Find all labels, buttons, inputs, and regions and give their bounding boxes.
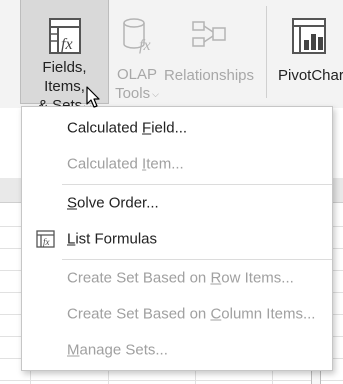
menu-item-list-formulas[interactable]: fx List Formulas: [22, 221, 332, 257]
menu-item-solve-order[interactable]: Solve Order...: [22, 185, 332, 221]
grid-line: [0, 380, 343, 381]
access-key: F: [142, 119, 152, 137]
access-key: C: [210, 305, 222, 323]
menu-item-label: ow Items...: [221, 269, 294, 287]
menu-item-create-set-column[interactable]: Create Set Based on Column Items...: [22, 296, 332, 332]
menu-item-label: olumn Items...: [221, 305, 316, 323]
access-key: S: [67, 194, 78, 212]
pivotchart-label: PivotChart: [278, 67, 343, 84]
olap-tools-label-1: OLAP: [116, 66, 157, 84]
olap-tools-button[interactable]: fx OLAP Tools ⌵: [112, 0, 162, 104]
relationships-button[interactable]: Relationships: [163, 0, 255, 104]
menu-item-label: ield...: [151, 119, 188, 137]
relationships-icon: [189, 16, 229, 64]
menu-item-label: olve Order...: [77, 194, 159, 212]
menu-item-label: Create Set Based on: [67, 269, 211, 287]
menu-item-calculated-item[interactable]: Calculated Item...: [22, 146, 332, 182]
menu-item-label: ist Formulas: [75, 230, 158, 248]
menu-item-label: anage Sets...: [79, 341, 168, 359]
menu-item-label: Calculated: [67, 119, 143, 137]
menu-item-manage-sets[interactable]: Manage Sets...: [22, 332, 332, 368]
ribbon: fx Fields, Items, & Sets⌵ fx OLAP Tools⌵: [0, 0, 343, 114]
menu-item-create-set-row[interactable]: Create Set Based on Row Items...: [22, 260, 332, 296]
fields-items-sets-menu: Calculated Field... Calculated Item... S…: [21, 106, 333, 371]
menu-item-label: tem...: [146, 155, 184, 173]
mouse-cursor-icon: [86, 86, 102, 115]
fx-table-icon: fx: [36, 230, 56, 252]
ribbon-separator: [266, 6, 267, 98]
access-key: M: [67, 341, 80, 359]
pivotchart-button[interactable]: PivotChart: [272, 0, 343, 104]
svg-text:fx: fx: [61, 36, 73, 53]
svg-text:fx: fx: [43, 237, 50, 247]
cylinder-fx-icon: fx: [117, 16, 157, 63]
relationships-label: Relationships: [163, 67, 255, 84]
fx-table-icon: fx: [45, 16, 85, 56]
menu-item-calculated-field[interactable]: Calculated Field...: [22, 110, 332, 146]
chevron-down-icon: ⌵: [152, 89, 159, 99]
menu-item-label: Calculated: [67, 155, 143, 173]
svg-text:fx: fx: [139, 37, 151, 54]
menu-item-label: Create Set Based on: [67, 305, 211, 323]
pivotchart-icon: [290, 16, 330, 64]
access-key: R: [210, 269, 222, 287]
olap-tools-label-2: Tools: [115, 85, 151, 103]
